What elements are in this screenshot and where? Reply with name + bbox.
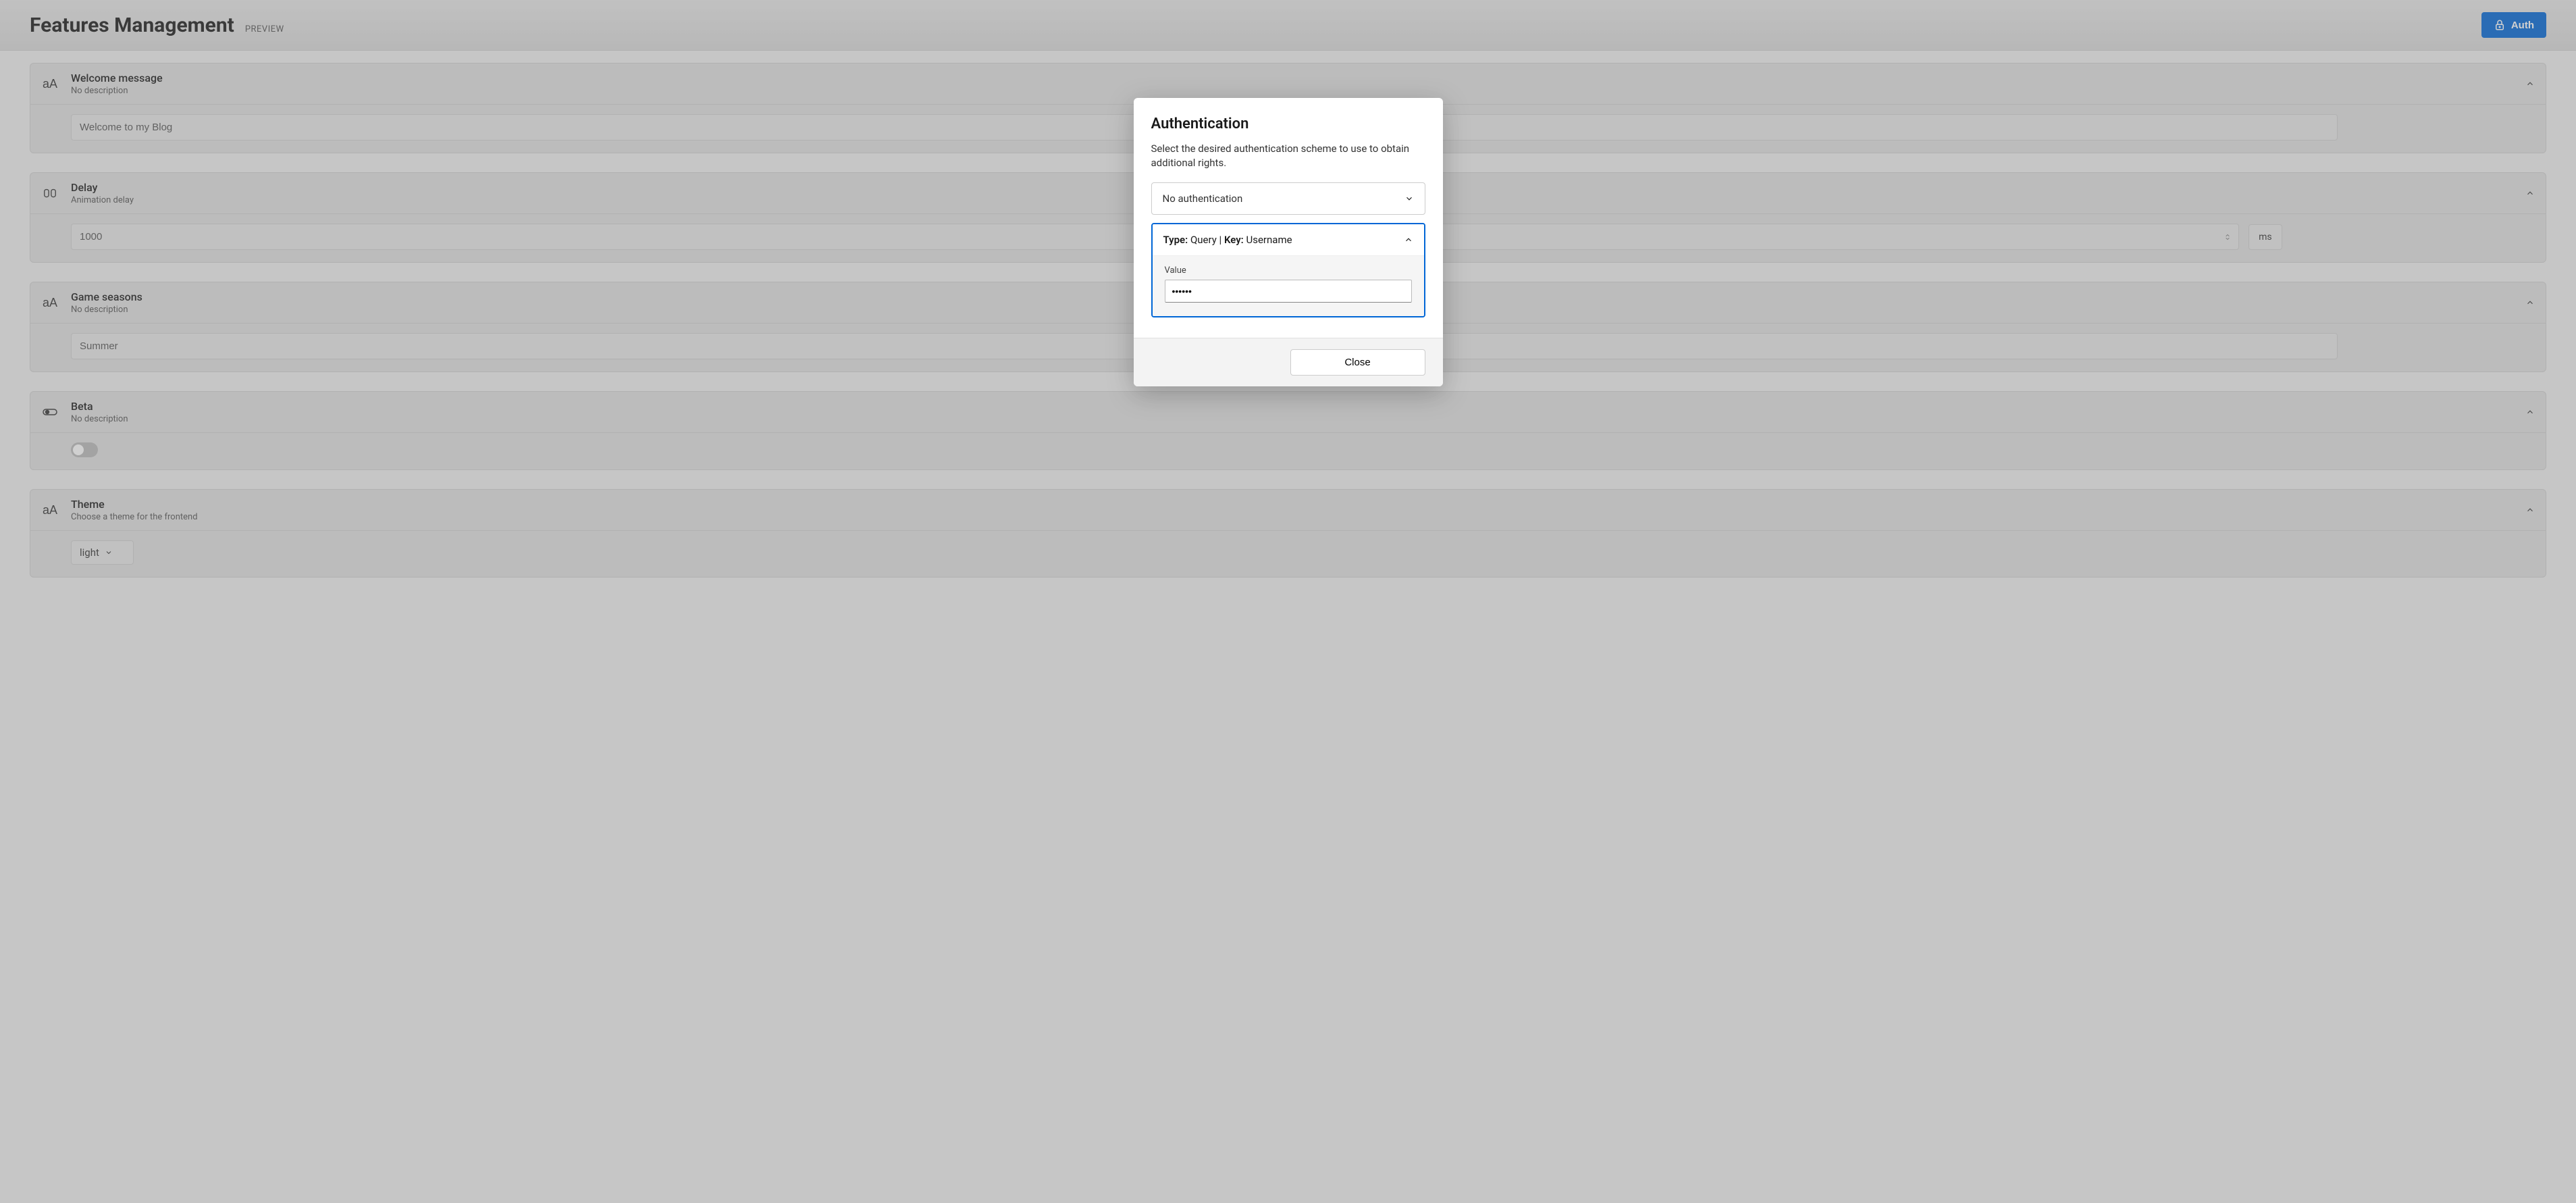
separator: | <box>1219 234 1222 246</box>
type-value: Query <box>1190 234 1217 246</box>
auth-panel-label: Type: Query | Key: Username <box>1163 234 1292 246</box>
modal-title: Authentication <box>1151 116 1425 132</box>
modal-footer: Close <box>1134 338 1443 386</box>
auth-scheme-panel: Type: Query | Key: Username Value <box>1151 223 1425 317</box>
modal-description: Select the desired authentication scheme… <box>1151 142 1425 170</box>
auth-scheme-value: No authentication <box>1163 193 1243 205</box>
type-label: Type: <box>1163 234 1188 246</box>
modal-overlay[interactable]: Authentication Select the desired authen… <box>0 0 2576 1203</box>
close-button[interactable]: Close <box>1290 349 1425 376</box>
auth-panel-header[interactable]: Type: Query | Key: Username <box>1153 224 1424 256</box>
value-field-label: Value <box>1165 265 1412 276</box>
auth-value-input[interactable] <box>1165 280 1412 303</box>
key-value: Username <box>1246 234 1292 246</box>
chevron-down-icon <box>1404 194 1414 203</box>
modal-body: Authentication Select the desired authen… <box>1134 98 1443 338</box>
authentication-modal: Authentication Select the desired authen… <box>1134 98 1443 386</box>
chevron-up-icon <box>1404 235 1413 245</box>
key-label: Key: <box>1224 234 1244 246</box>
auth-scheme-select[interactable]: No authentication <box>1151 182 1425 215</box>
auth-panel-body: Value <box>1153 256 1424 316</box>
